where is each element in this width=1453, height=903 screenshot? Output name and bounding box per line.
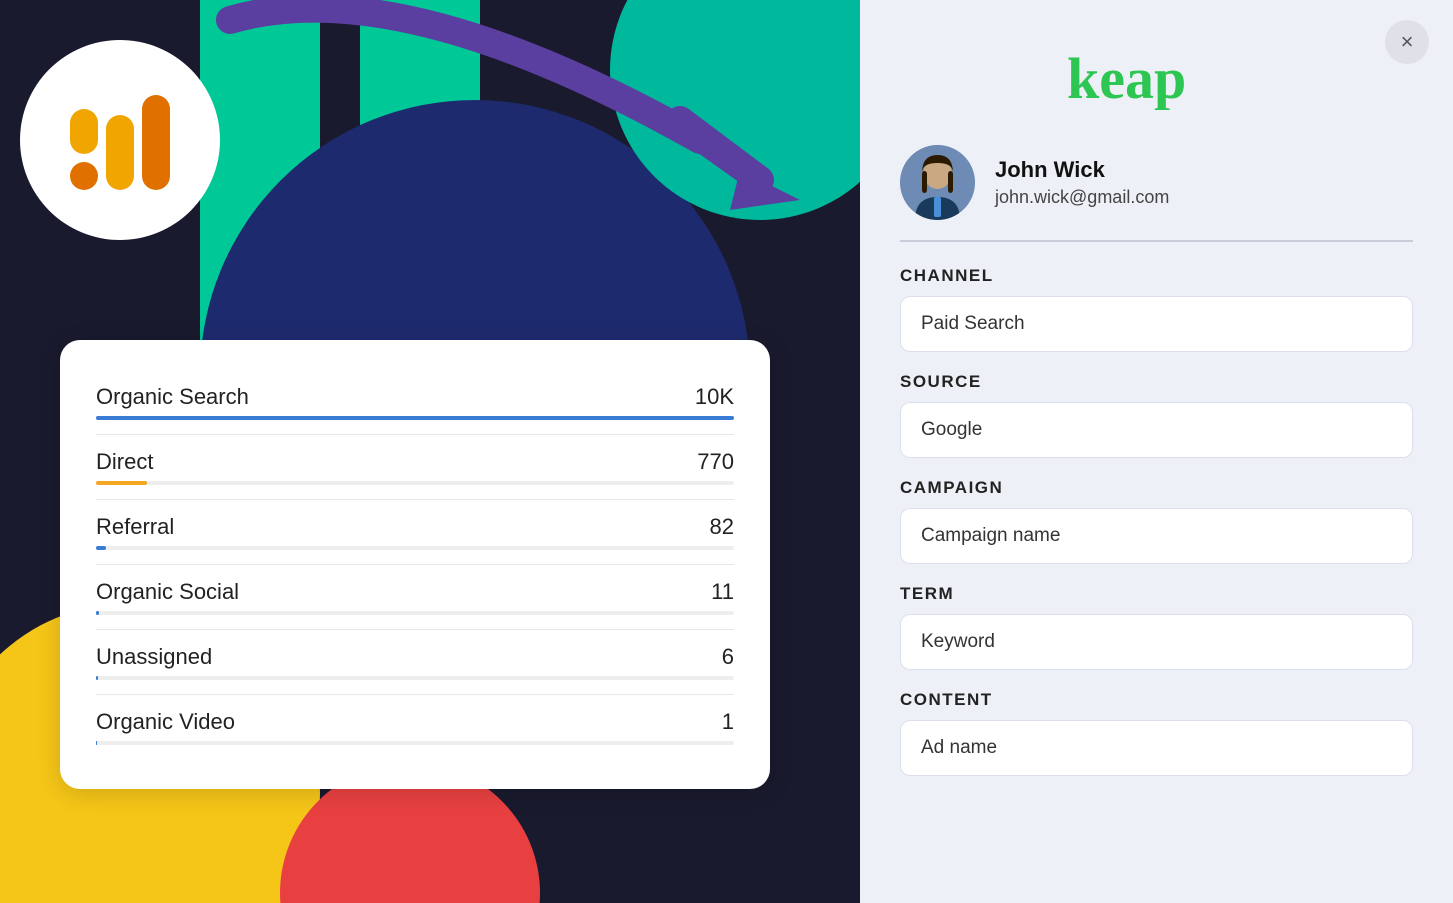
analytics-value: 770 — [697, 449, 734, 475]
analytics-bar-fill — [96, 741, 97, 745]
analytics-label: Organic Search — [96, 384, 249, 410]
ga-dot — [70, 162, 98, 190]
analytics-row: Organic Search 10K — [96, 370, 734, 435]
left-panel: Organic Search 10K Direct 770 — [0, 0, 860, 903]
field-value-2: Campaign name — [900, 508, 1413, 564]
section-source: SOURCE Google — [900, 372, 1413, 458]
field-value-4: Ad name — [900, 720, 1413, 776]
analytics-row: Organic Social 11 — [96, 565, 734, 630]
analytics-bar-fill — [96, 676, 98, 680]
section-campaign: CAMPAIGN Campaign name — [900, 478, 1413, 564]
section-term: TERM Keyword — [900, 584, 1413, 670]
analytics-bar-fill — [96, 546, 106, 550]
analytics-row: Direct 770 — [96, 435, 734, 500]
analytics-card: Organic Search 10K Direct 770 — [60, 340, 770, 789]
section-label-3: TERM — [900, 584, 1413, 604]
right-panel: × keap John Wi — [860, 0, 1453, 903]
section-label-1: SOURCE — [900, 372, 1413, 392]
analytics-bar-container — [96, 676, 734, 680]
analytics-bar-container — [96, 416, 734, 420]
analytics-value: 82 — [710, 514, 734, 540]
analytics-label: Referral — [96, 514, 174, 540]
analytics-value: 11 — [711, 579, 734, 605]
analytics-row-content: Referral 82 — [96, 514, 734, 550]
keap-logo-svg: keap — [1057, 40, 1257, 110]
analytics-bar-fill — [96, 416, 734, 420]
section-channel: CHANNEL Paid Search — [900, 266, 1413, 352]
analytics-bar-container — [96, 481, 734, 485]
field-value-3: Keyword — [900, 614, 1413, 670]
avatar-image — [900, 145, 975, 220]
sections-container: CHANNEL Paid Search SOURCE Google CAMPAI… — [900, 266, 1413, 776]
ga-icon-circle — [20, 40, 220, 240]
purple-arrow-icon — [200, 0, 820, 230]
analytics-label: Organic Video — [96, 709, 235, 735]
ga-bars-icon — [70, 90, 170, 190]
analytics-row-content: Organic Video 1 — [96, 709, 734, 745]
analytics-row: Referral 82 — [96, 500, 734, 565]
ga-bar-small — [70, 109, 98, 154]
analytics-bar-container — [96, 546, 734, 550]
ga-bar-medium — [106, 115, 134, 190]
avatar — [900, 145, 975, 220]
analytics-row-content: Organic Social 11 — [96, 579, 734, 615]
section-content: CONTENT Ad name — [900, 690, 1413, 776]
field-value-0: Paid Search — [900, 296, 1413, 352]
field-value-1: Google — [900, 402, 1413, 458]
analytics-value: 10K — [695, 384, 734, 410]
analytics-row-content: Direct 770 — [96, 449, 734, 485]
analytics-label: Unassigned — [96, 644, 212, 670]
user-name: John Wick — [995, 157, 1169, 183]
analytics-row: Organic Video 1 — [96, 695, 734, 759]
analytics-value: 1 — [722, 709, 734, 735]
ga-bar-large — [142, 95, 170, 190]
analytics-bar-fill — [96, 481, 147, 485]
analytics-bar-fill — [96, 611, 99, 615]
analytics-bar-container — [96, 611, 734, 615]
section-label-0: CHANNEL — [900, 266, 1413, 286]
keap-logo: keap — [900, 40, 1413, 115]
analytics-bar-container — [96, 741, 734, 745]
analytics-label: Direct — [96, 449, 153, 475]
user-email: john.wick@gmail.com — [995, 187, 1169, 208]
user-details: John Wick john.wick@gmail.com — [995, 157, 1169, 208]
close-button[interactable]: × — [1385, 20, 1429, 64]
analytics-row: Unassigned 6 — [96, 630, 734, 695]
user-info: John Wick john.wick@gmail.com — [900, 145, 1413, 242]
section-label-2: CAMPAIGN — [900, 478, 1413, 498]
analytics-row-content: Unassigned 6 — [96, 644, 734, 680]
analytics-value: 6 — [722, 644, 734, 670]
svg-text:keap: keap — [1067, 46, 1186, 110]
analytics-label: Organic Social — [96, 579, 239, 605]
section-label-4: CONTENT — [900, 690, 1413, 710]
analytics-row-content: Organic Search 10K — [96, 384, 734, 420]
